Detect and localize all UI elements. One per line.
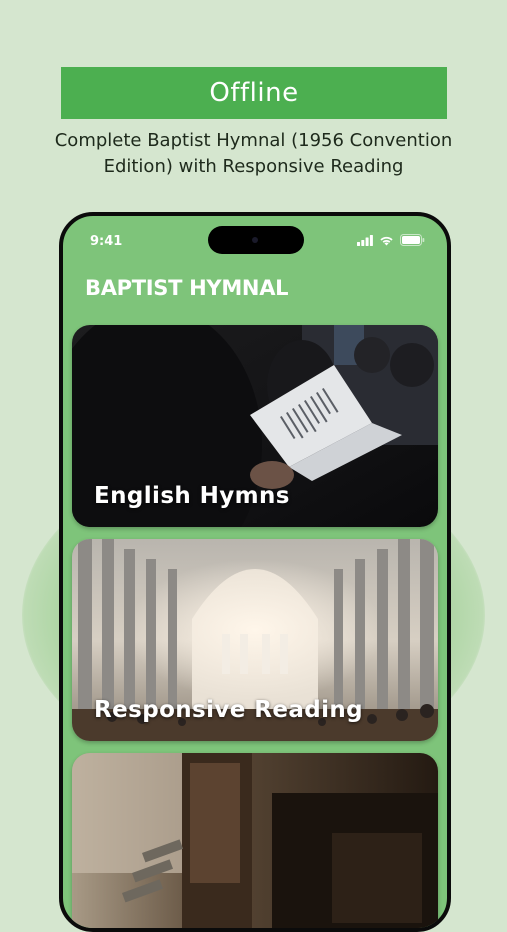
status-bar: 9:41 [63,216,447,266]
status-icons [357,234,425,246]
offline-banner: Offline [61,67,447,119]
phone-frame: 9:41 BAPTIST HYMNAL English Hymns Respon… [59,212,451,932]
responsive-reading-label: Responsive Reading [94,697,364,723]
promo-subtitle: Complete Baptist Hymnal (1956 Convention… [40,128,467,180]
app-title: BAPTIST HYMNAL [85,276,289,300]
camera-icon [252,237,258,243]
third-card[interactable] [72,753,438,928]
wifi-icon [380,236,393,245]
dynamic-island [208,226,304,254]
offline-label: Offline [209,78,299,108]
subtitle-line-1: Complete Baptist Hymnal (1956 Convention [54,130,453,151]
english-hymns-label: English Hymns [94,483,290,509]
pews-photo [72,753,438,928]
status-time: 9:41 [90,234,123,249]
responsive-reading-card[interactable]: Responsive Reading [72,539,438,741]
subtitle-line-2: Edition) with Responsive Reading [103,156,404,177]
signal-icon [357,234,373,246]
battery-icon [400,234,425,246]
english-hymns-card[interactable]: English Hymns [72,325,438,527]
